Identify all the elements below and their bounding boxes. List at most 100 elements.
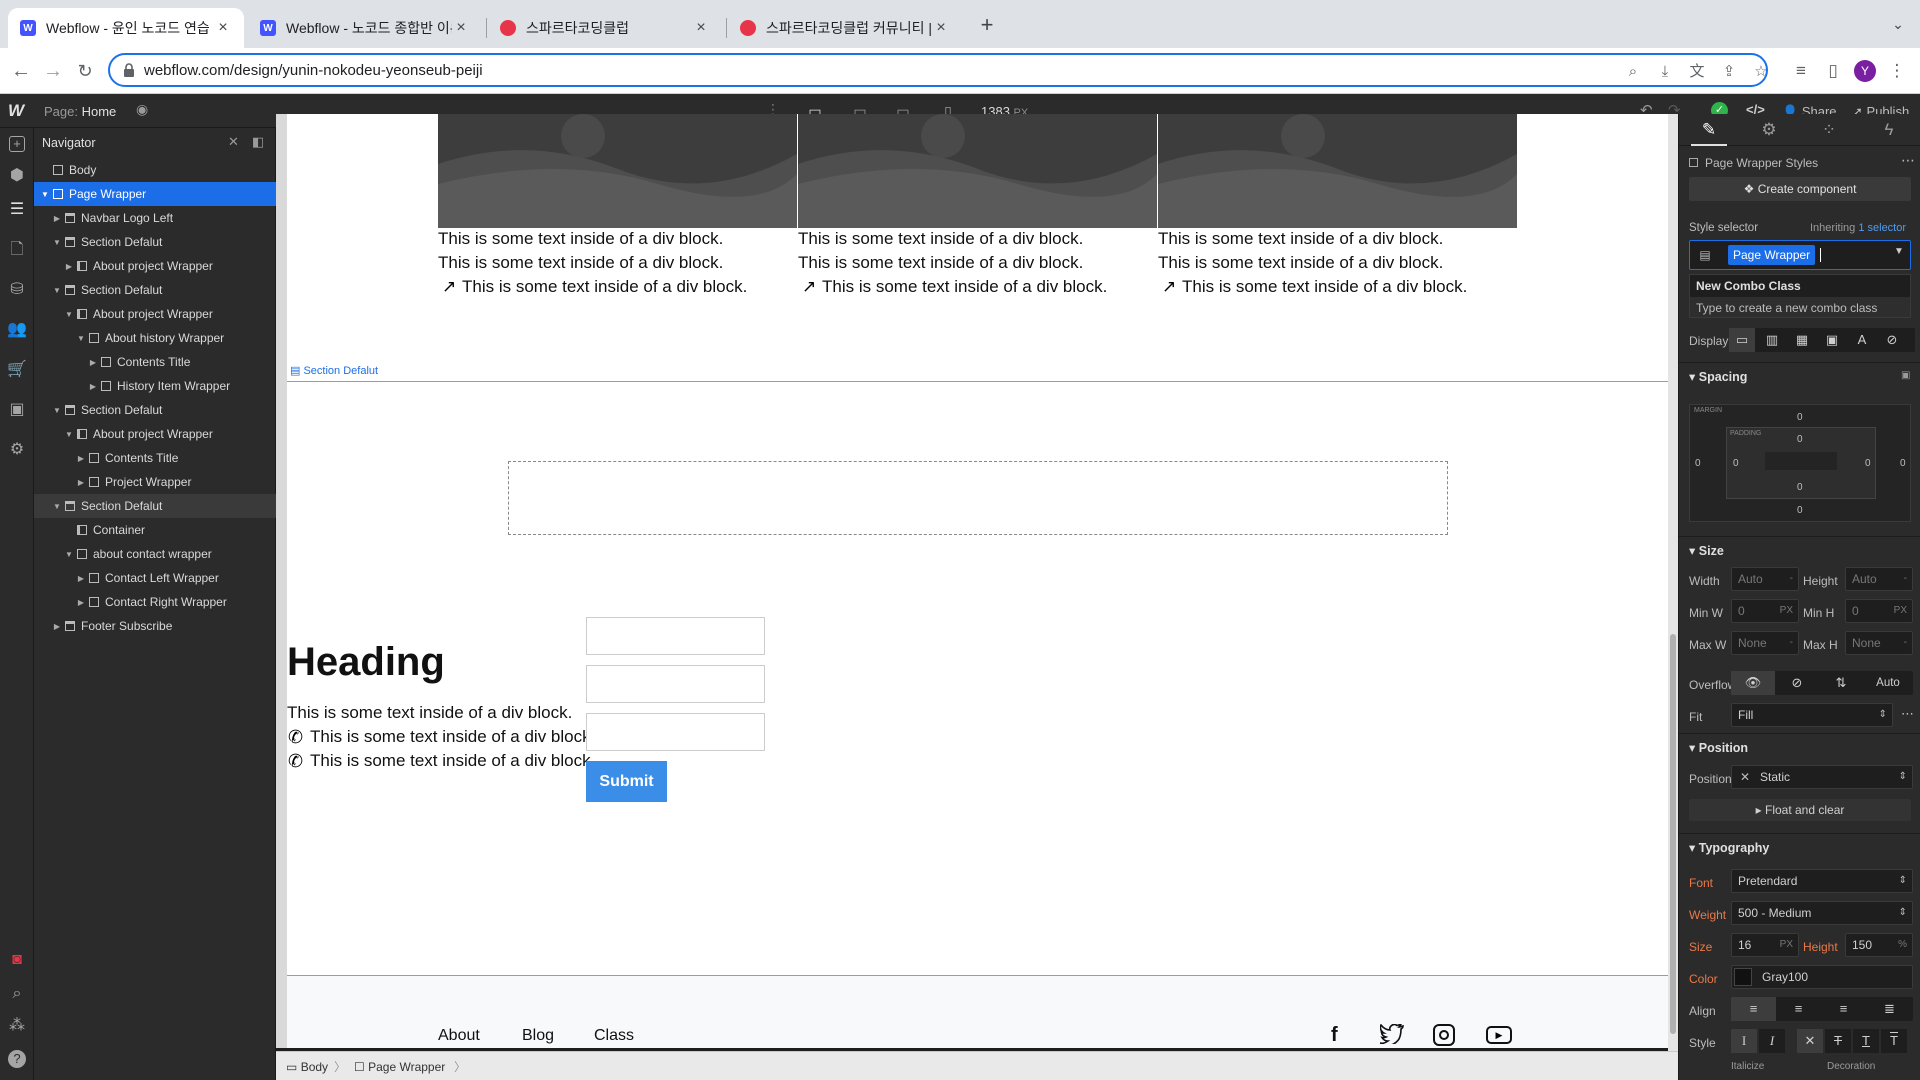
- preview-eye-icon[interactable]: ◉: [136, 101, 148, 118]
- navigator-item[interactable]: ▶ History Item Wrapper: [34, 374, 276, 398]
- div-block-text[interactable]: This is some text inside of a div block.: [462, 277, 747, 297]
- tree-caret-icon[interactable]: ▼: [64, 310, 74, 319]
- decoration-none-icon[interactable]: ✕: [1797, 1029, 1823, 1053]
- tree-caret-icon[interactable]: ▶: [88, 382, 98, 391]
- search-icon[interactable]: ⌕: [7, 984, 27, 1004]
- interactions-bolt-icon[interactable]: ϟ: [1859, 114, 1919, 146]
- height-input[interactable]: Auto -: [1845, 567, 1913, 591]
- page-selector[interactable]: Page: Home: [44, 104, 116, 119]
- navigator-item[interactable]: ▶ Project Wrapper: [34, 470, 276, 494]
- image-placeholder[interactable]: [1158, 114, 1517, 228]
- underline-icon[interactable]: T: [1853, 1029, 1879, 1053]
- add-element-icon[interactable]: +: [9, 136, 25, 152]
- tree-caret-icon[interactable]: ▼: [76, 334, 86, 343]
- breadcrumb-body[interactable]: ▭ Body: [286, 1060, 328, 1074]
- tree-caret-icon[interactable]: ▶: [76, 598, 86, 607]
- ecommerce-cart-icon[interactable]: 🛒: [7, 360, 27, 380]
- footer-link-about[interactable]: About: [438, 1027, 480, 1045]
- navigator-item[interactable]: Body: [34, 158, 276, 182]
- div-block-text[interactable]: This is some text inside of a div block.: [310, 727, 595, 747]
- components-cube-icon[interactable]: ⬢: [7, 166, 27, 186]
- tree-caret-icon[interactable]: ▶: [52, 214, 62, 223]
- browser-tab-2[interactable]: W Webflow - 노코드 종합반 이론 안내 ×: [248, 8, 482, 48]
- spacing-options-icon[interactable]: ▣: [1901, 370, 1910, 381]
- overline-icon[interactable]: T: [1881, 1029, 1907, 1053]
- share-page-icon[interactable]: ⇪: [1720, 63, 1738, 81]
- navigator-item[interactable]: ▶ About project Wrapper: [34, 254, 276, 278]
- align-right-icon[interactable]: ≡: [1821, 997, 1866, 1021]
- div-block-text[interactable]: This is some text inside of a div block.: [438, 253, 723, 273]
- display-block-icon[interactable]: ▭: [1729, 328, 1755, 352]
- display-grid-icon[interactable]: ▦: [1789, 328, 1815, 352]
- div-block-text[interactable]: This is some text inside of a div block.: [822, 277, 1107, 297]
- overflow-auto-option[interactable]: Auto: [1863, 671, 1913, 695]
- tree-caret-icon[interactable]: ▶: [76, 574, 86, 583]
- empty-container[interactable]: [508, 461, 1448, 535]
- align-left-icon[interactable]: ≡: [1731, 997, 1776, 1021]
- style-selector-input[interactable]: ▤ Page Wrapper ▼: [1689, 240, 1911, 270]
- navigator-item[interactable]: ▼ About project Wrapper: [34, 302, 276, 326]
- position-select[interactable]: ✕ Static ⇕: [1731, 765, 1913, 789]
- size-section-header[interactable]: ▾ Size: [1679, 536, 1920, 564]
- tree-caret-icon[interactable]: ▼: [52, 238, 62, 247]
- navigator-item[interactable]: Container: [34, 518, 276, 542]
- div-block-text[interactable]: This is some text inside of a div block.: [287, 703, 572, 723]
- breadcrumb-page-wrapper[interactable]: ☐ Page Wrapper: [354, 1060, 445, 1074]
- style-manager-drops-icon[interactable]: ⁘: [1799, 114, 1859, 146]
- navigator-item[interactable]: ▶ Contents Title: [34, 350, 276, 374]
- chrome-menu-icon[interactable]: ⋮: [1886, 60, 1908, 82]
- profile-avatar[interactable]: Y: [1854, 60, 1876, 82]
- navigator-item[interactable]: ▶ Navbar Logo Left: [34, 206, 276, 230]
- align-center-icon[interactable]: ≡: [1776, 997, 1821, 1021]
- padding-top[interactable]: 0: [1797, 434, 1803, 445]
- color-input[interactable]: Gray100: [1731, 965, 1913, 989]
- tree-caret-icon[interactable]: ▼: [40, 190, 50, 199]
- overflow-scroll-icon[interactable]: ⇅: [1819, 671, 1863, 695]
- record-icon[interactable]: ◙: [7, 950, 27, 970]
- tab-search-icon[interactable]: ⌄: [1886, 12, 1910, 36]
- assets-images-icon[interactable]: ▣: [7, 400, 27, 420]
- navigator-item[interactable]: ▶ Contact Right Wrapper: [34, 590, 276, 614]
- width-input[interactable]: Auto -: [1731, 567, 1799, 591]
- tree-caret-icon[interactable]: ▼: [64, 550, 74, 559]
- instagram-icon[interactable]: [1433, 1024, 1455, 1046]
- canvas-scrollbar[interactable]: [1668, 114, 1678, 1051]
- fit-select[interactable]: Fill ⇕: [1731, 703, 1893, 727]
- display-inline-block-icon[interactable]: ▣: [1819, 328, 1845, 352]
- dropdown-caret-icon[interactable]: ▼: [1894, 246, 1904, 257]
- reload-icon[interactable]: ↻: [72, 58, 98, 84]
- padding-bottom[interactable]: 0: [1797, 482, 1803, 493]
- browser-tab-3[interactable]: 스파르타코딩클럽 ×: [488, 8, 722, 48]
- navigator-layers-icon[interactable]: ☰: [7, 200, 27, 220]
- div-block-text[interactable]: This is some text inside of a div block.: [1182, 277, 1467, 297]
- close-tab-icon[interactable]: ×: [452, 19, 470, 37]
- users-icon[interactable]: 👥: [7, 320, 27, 340]
- div-block-text[interactable]: This is some text inside of a div block.: [798, 253, 1083, 273]
- fit-more-icon[interactable]: ⋯: [1901, 706, 1914, 722]
- navigator-item[interactable]: ▼ Section Defalut: [34, 230, 276, 254]
- max-height-input[interactable]: None -: [1845, 631, 1913, 655]
- webflow-logo-icon[interactable]: W: [8, 101, 24, 121]
- tree-caret-icon[interactable]: ▼: [64, 430, 74, 439]
- settings-gear-icon[interactable]: ⚙: [7, 440, 27, 460]
- navigator-item[interactable]: ▼ Section Defalut: [34, 278, 276, 302]
- weight-select[interactable]: 500 - Medium ⇕: [1731, 901, 1913, 925]
- navigator-item[interactable]: ▼ Section Defalut: [34, 398, 276, 422]
- install-app-icon[interactable]: ⤓: [1656, 63, 1674, 81]
- image-placeholder[interactable]: [438, 114, 797, 228]
- close-tab-icon[interactable]: ×: [932, 19, 950, 37]
- inheriting-count[interactable]: 1 selector: [1858, 222, 1906, 234]
- style-brush-icon[interactable]: ✎: [1679, 114, 1739, 146]
- display-inline-icon[interactable]: A: [1849, 328, 1875, 352]
- collapse-all-icon[interactable]: ✕: [228, 134, 239, 150]
- tree-caret-icon[interactable]: ▼: [52, 406, 62, 415]
- navigator-item[interactable]: ▼ Section Defalut: [34, 494, 276, 518]
- navigator-item[interactable]: ▼ about contact wrapper: [34, 542, 276, 566]
- padding-right[interactable]: 0: [1865, 458, 1871, 469]
- tree-caret-icon[interactable]: ▶: [64, 262, 74, 271]
- italic-off-icon[interactable]: I: [1731, 1029, 1757, 1053]
- side-panel-icon[interactable]: ▯: [1822, 60, 1844, 82]
- margin-top[interactable]: 0: [1797, 412, 1803, 423]
- youtube-icon[interactable]: ▶: [1486, 1026, 1512, 1044]
- contact-heading[interactable]: Heading: [287, 640, 445, 685]
